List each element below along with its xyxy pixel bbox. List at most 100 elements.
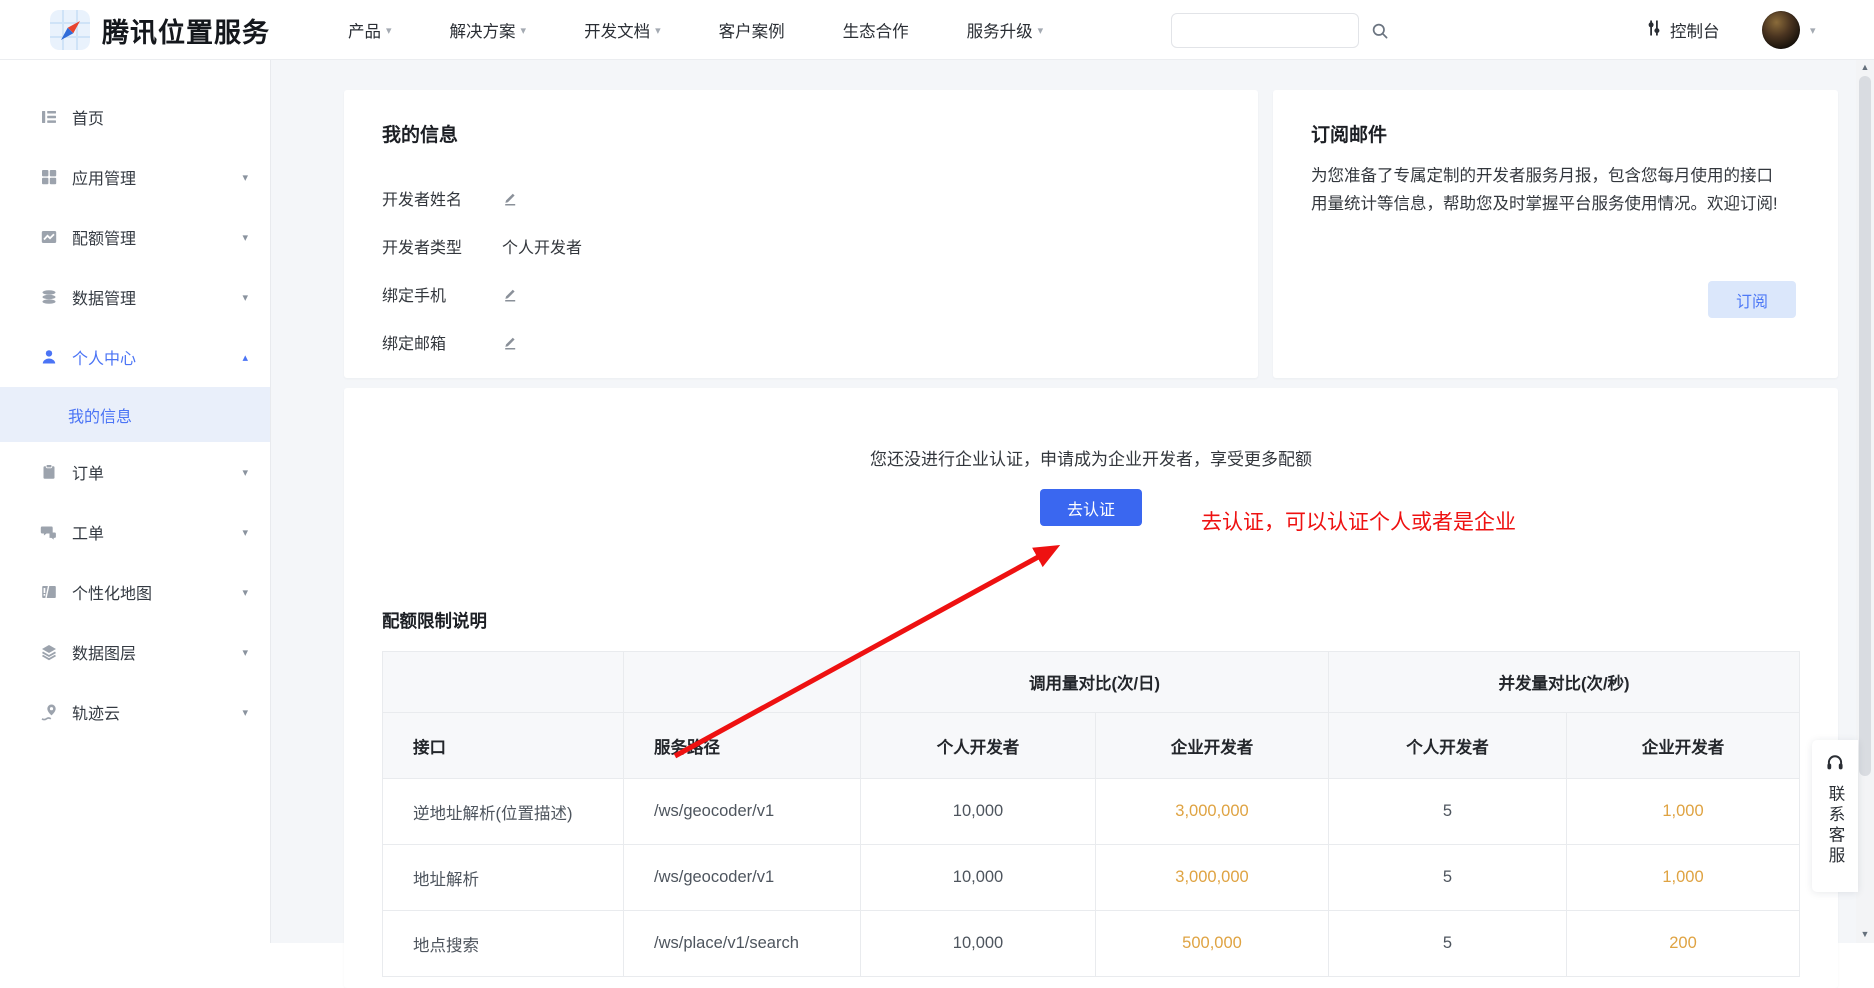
sidebar-item-tickets[interactable]: 工单▾ bbox=[0, 502, 270, 562]
contact-support-tab[interactable]: 联系客服 bbox=[1812, 740, 1858, 892]
sidebar-item-label: 轨迹云 bbox=[72, 700, 242, 724]
headset-icon bbox=[1824, 751, 1846, 778]
sidebar: 首页应用管理▾配额管理▾数据管理▾个人中心▴我的信息订单▾工单▾个性化地图▾数据… bbox=[0, 60, 271, 943]
sidebar-item-data-management[interactable]: 数据管理▾ bbox=[0, 267, 270, 327]
edit-pencil-icon[interactable] bbox=[502, 286, 518, 302]
table-cell: 地点搜索 bbox=[383, 911, 624, 977]
sidebar-item-label: 个人中心 bbox=[72, 345, 242, 369]
contact-support-label: 联系客服 bbox=[1823, 785, 1847, 867]
scroll-down-arrow-icon[interactable]: ▼ bbox=[1856, 929, 1874, 939]
edit-pencil-icon[interactable] bbox=[502, 190, 518, 206]
pin-icon bbox=[40, 702, 60, 722]
quota-heading: 配额限制说明 bbox=[382, 608, 487, 633]
chat-icon bbox=[40, 522, 60, 542]
table-cell: 1,000 bbox=[1567, 779, 1800, 845]
subscribe-button[interactable]: 订阅 bbox=[1708, 281, 1796, 318]
profile-field: 开发者类型个人开发者 bbox=[382, 222, 582, 270]
nav-item-label: 客户案例 bbox=[719, 18, 785, 42]
sidebar-item-label: 数据管理 bbox=[72, 285, 242, 309]
my-info-card: 我的信息 开发者姓名开发者类型个人开发者绑定手机绑定邮箱 bbox=[344, 90, 1258, 378]
sidebar-item-label: 工单 bbox=[72, 520, 242, 544]
table-cell: 10,000 bbox=[861, 845, 1096, 911]
clipboard-icon bbox=[40, 462, 60, 482]
table-row: 地点搜索/ws/place/v1/search10,000500,0005200 bbox=[383, 911, 1800, 977]
grid-icon bbox=[40, 167, 60, 187]
nav-item-label: 开发文档 bbox=[584, 18, 650, 42]
chevron-down-icon: ▾ bbox=[242, 526, 248, 539]
map-icon bbox=[40, 582, 60, 602]
table-row: 地址解析/ws/geocoder/v110,0003,000,00051,000 bbox=[383, 845, 1800, 911]
column-header-cell: 企业开发者 bbox=[1096, 713, 1329, 779]
scrollbar-thumb[interactable] bbox=[1859, 76, 1871, 776]
nav-item-label: 解决方案 bbox=[450, 18, 516, 42]
nav-item-docs[interactable]: 开发文档▾ bbox=[584, 18, 661, 42]
nav-item-ecosystem[interactable]: 生态合作 bbox=[843, 18, 909, 42]
group-header-cell: 并发量对比(次/秒) bbox=[1329, 652, 1800, 713]
group-header-cell: 调用量对比(次/日) bbox=[861, 652, 1329, 713]
console-label: 控制台 bbox=[1670, 18, 1720, 42]
layers-icon bbox=[40, 642, 60, 662]
brand-title[interactable]: 腾讯位置服务 bbox=[102, 0, 270, 60]
certification-message: 您还没进行企业认证，申请成为企业开发者，享受更多配额 bbox=[344, 445, 1838, 470]
compass-logo-icon[interactable] bbox=[50, 10, 90, 50]
vertical-scrollbar: ▲ ▼ bbox=[1856, 60, 1874, 943]
nav-item-label: 产品 bbox=[348, 18, 381, 42]
red-annotation-text: 去认证，可以认证个人或者是企业 bbox=[1201, 506, 1516, 536]
sidebar-item-track-cloud[interactable]: 轨迹云▾ bbox=[0, 682, 270, 742]
my-info-fields: 开发者姓名开发者类型个人开发者绑定手机绑定邮箱 bbox=[382, 174, 582, 366]
chevron-down-icon[interactable]: ▾ bbox=[1810, 0, 1816, 60]
sidebar-item-data-layers[interactable]: 数据图层▾ bbox=[0, 622, 270, 682]
table-cell: 3,000,000 bbox=[1096, 845, 1329, 911]
column-header-cell: 个人开发者 bbox=[861, 713, 1096, 779]
chevron-down-icon: ▾ bbox=[242, 586, 248, 599]
avatar[interactable] bbox=[1762, 11, 1800, 49]
table-cell: 200 bbox=[1567, 911, 1800, 977]
field-label: 开发者类型 bbox=[382, 234, 502, 258]
sidebar-item-quota-management[interactable]: 配额管理▾ bbox=[0, 207, 270, 267]
nav-item-label: 服务升级 bbox=[967, 18, 1033, 42]
sidebar-item-custom-map[interactable]: 个性化地图▾ bbox=[0, 562, 270, 622]
sidebar-item-label: 数据图层 bbox=[72, 640, 242, 664]
nav-item-upgrade[interactable]: 服务升级▾ bbox=[967, 18, 1044, 42]
subscribe-title: 订阅邮件 bbox=[1311, 120, 1387, 147]
field-label: 绑定手机 bbox=[382, 282, 502, 306]
sidebar-item-home[interactable]: 首页 bbox=[0, 87, 270, 147]
chart-icon bbox=[40, 227, 60, 247]
table-cell: 500,000 bbox=[1096, 911, 1329, 977]
main-nav: 产品▾ 解决方案▾ 开发文档▾ 客户案例 生态合作 服务升级▾ bbox=[348, 0, 1043, 60]
table-cell: /ws/geocoder/v1 bbox=[624, 779, 861, 845]
go-certify-button[interactable]: 去认证 bbox=[1040, 489, 1142, 526]
console-button[interactable]: 控制台 bbox=[1645, 0, 1720, 60]
chevron-down-icon: ▾ bbox=[242, 291, 248, 304]
sidebar-subitem-my-info[interactable]: 我的信息 bbox=[0, 387, 270, 442]
column-header-cell: 接口 bbox=[383, 713, 624, 779]
chevron-down-icon: ▾ bbox=[242, 231, 248, 244]
chevron-down-icon: ▾ bbox=[242, 646, 248, 659]
table-cell: 5 bbox=[1329, 911, 1567, 977]
sidebar-item-orders[interactable]: 订单▾ bbox=[0, 442, 270, 502]
quota-table: 调用量对比(次/日)并发量对比(次/秒)接口服务路径个人开发者企业开发者个人开发… bbox=[382, 651, 1800, 977]
sidebar-item-app-management[interactable]: 应用管理▾ bbox=[0, 147, 270, 207]
field-label: 开发者姓名 bbox=[382, 186, 502, 210]
column-header-cell: 服务路径 bbox=[624, 713, 861, 779]
nav-item-products[interactable]: 产品▾ bbox=[348, 18, 392, 42]
my-info-title: 我的信息 bbox=[382, 120, 458, 147]
scroll-up-arrow-icon[interactable]: ▲ bbox=[1856, 62, 1874, 72]
table-cell: 10,000 bbox=[861, 911, 1096, 977]
sidebar-item-label: 个性化地图 bbox=[72, 580, 242, 604]
search-icon[interactable] bbox=[1371, 22, 1389, 40]
column-header-cell: 企业开发者 bbox=[1567, 713, 1800, 779]
nav-item-cases[interactable]: 客户案例 bbox=[719, 18, 785, 42]
field-value: 个人开发者 bbox=[502, 234, 582, 258]
profile-field: 绑定邮箱 bbox=[382, 318, 582, 366]
sidebar-item-personal-center[interactable]: 个人中心▴ bbox=[0, 327, 270, 387]
certification-quota-section: 您还没进行企业认证，申请成为企业开发者，享受更多配额 去认证 去认证，可以认证个… bbox=[344, 388, 1838, 988]
table-cell: 地址解析 bbox=[383, 845, 624, 911]
table-header-row: 接口服务路径个人开发者企业开发者个人开发者企业开发者 bbox=[383, 713, 1800, 779]
table-cell: 3,000,000 bbox=[1096, 779, 1329, 845]
edit-pencil-icon[interactable] bbox=[502, 334, 518, 350]
table-cell: 1,000 bbox=[1567, 845, 1800, 911]
user-icon bbox=[40, 347, 60, 367]
nav-item-solutions[interactable]: 解决方案▾ bbox=[450, 18, 527, 42]
search-input[interactable] bbox=[1172, 14, 1371, 47]
